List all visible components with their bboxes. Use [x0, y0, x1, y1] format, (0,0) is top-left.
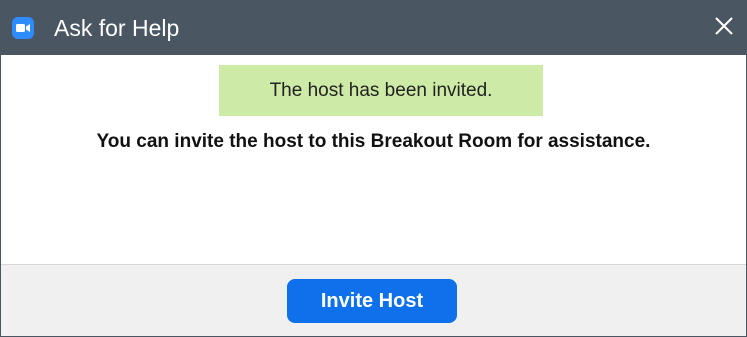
title-bar: Ask for Help: [1, 1, 746, 55]
close-button[interactable]: [710, 14, 738, 42]
window-title: Ask for Help: [54, 15, 180, 41]
invited-notice-banner: The host has been invited.: [219, 65, 543, 116]
ask-for-help-dialog: Ask for Help The host has been invited. …: [0, 0, 747, 337]
dialog-footer: Invite Host: [1, 264, 746, 336]
help-message: You can invite the host to this Breakout…: [96, 131, 651, 152]
dialog-content: The host has been invited. You can invit…: [1, 55, 746, 264]
zoom-camera-icon: [12, 17, 34, 39]
invite-host-button[interactable]: Invite Host: [287, 279, 457, 323]
close-icon: [714, 16, 734, 41]
